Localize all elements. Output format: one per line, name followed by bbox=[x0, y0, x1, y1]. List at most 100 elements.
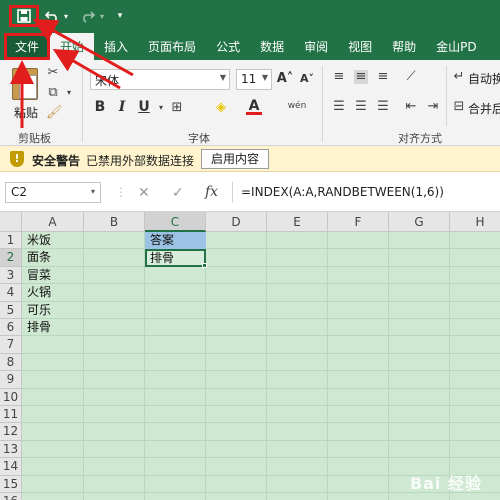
format-painter-icon[interactable]: 🖌 bbox=[46, 106, 63, 120]
select-all-corner[interactable] bbox=[0, 212, 22, 232]
fill-handle[interactable] bbox=[202, 262, 207, 268]
column-header-B[interactable]: B bbox=[84, 212, 145, 232]
row-header-4[interactable]: 4 bbox=[0, 284, 22, 302]
undo-dropdown[interactable]: ▾ bbox=[62, 5, 70, 27]
grid-line bbox=[22, 283, 500, 285]
worksheet-grid[interactable]: ABCDEFGH12345678910111213141516米饭面条冒菜火锅可… bbox=[0, 212, 500, 500]
redo-dropdown[interactable]: ▾ bbox=[98, 5, 106, 27]
wrap-text-icon[interactable]: ↵ bbox=[452, 70, 466, 84]
font-color-button[interactable]: A bbox=[246, 97, 262, 115]
cell-C1[interactable]: 答案 bbox=[145, 232, 206, 250]
align-left-icon[interactable]: ☰ bbox=[332, 100, 346, 114]
align-top-icon[interactable]: ≡ bbox=[332, 70, 346, 84]
grow-font-button[interactable]: A˄ bbox=[276, 69, 294, 89]
tab-data[interactable]: 数据 bbox=[250, 33, 294, 60]
wrap-text-button[interactable]: 自动换 bbox=[468, 70, 500, 87]
row-header-6[interactable]: 6 bbox=[0, 319, 22, 337]
cell-A1[interactable]: 米饭 bbox=[22, 232, 84, 249]
border-icon[interactable]: ⊞ bbox=[170, 101, 184, 115]
merge-center-button[interactable]: 合并后 bbox=[468, 100, 500, 117]
shrink-font-button[interactable]: A˅ bbox=[298, 69, 316, 89]
column-header-H[interactable]: H bbox=[450, 212, 500, 232]
grid-line bbox=[205, 232, 206, 500]
paste-icon[interactable] bbox=[12, 68, 38, 100]
tab-formulas[interactable]: 公式 bbox=[206, 33, 250, 60]
cell-A4[interactable]: 火锅 bbox=[22, 284, 84, 301]
title-bar: ▾ ▾ ▾ bbox=[0, 0, 500, 33]
align-center-icon[interactable]: ☰ bbox=[354, 100, 368, 114]
cell-C2[interactable]: 排骨 bbox=[145, 249, 206, 267]
row-header-14[interactable]: 14 bbox=[0, 458, 22, 476]
align-middle-icon[interactable]: ≡ bbox=[354, 70, 368, 84]
row-header-15[interactable]: 15 bbox=[0, 475, 22, 493]
row-header-7[interactable]: 7 bbox=[0, 336, 22, 354]
column-header-F[interactable]: F bbox=[328, 212, 389, 232]
name-box[interactable]: C2 ▾ bbox=[5, 182, 101, 203]
redo-button[interactable] bbox=[80, 5, 96, 27]
bold-button[interactable]: B bbox=[92, 97, 108, 117]
undo-button[interactable] bbox=[44, 5, 60, 27]
grid-line bbox=[22, 422, 500, 424]
underline-dropdown-icon[interactable]: ▾ bbox=[154, 101, 168, 115]
tab-view[interactable]: 视图 bbox=[338, 33, 382, 60]
font-name-value: 宋体 bbox=[95, 74, 120, 88]
enter-icon[interactable]: ✓ bbox=[172, 185, 184, 201]
orientation-icon[interactable]: ⟋ bbox=[404, 70, 418, 84]
copy-icon[interactable]: ⧉ bbox=[46, 86, 60, 100]
italic-button[interactable]: I bbox=[114, 97, 130, 117]
phonetic-button[interactable]: wén bbox=[286, 99, 308, 113]
row-header-10[interactable]: 10 bbox=[0, 388, 22, 406]
tab-kingsoft-pdf[interactable]: 金山PD bbox=[426, 33, 486, 60]
cell-A5[interactable]: 可乐 bbox=[22, 302, 84, 319]
underline-button[interactable]: U bbox=[136, 97, 152, 117]
column-header-D[interactable]: D bbox=[206, 212, 267, 232]
column-header-G[interactable]: G bbox=[389, 212, 450, 232]
save-icon bbox=[17, 9, 31, 23]
cell-A3[interactable]: 冒菜 bbox=[22, 267, 84, 284]
cut-icon[interactable]: ✂ bbox=[46, 66, 60, 80]
row-header-1[interactable]: 1 bbox=[0, 232, 22, 250]
decrease-indent-icon[interactable]: ⇤ bbox=[404, 100, 418, 114]
tab-insert[interactable]: 插入 bbox=[94, 33, 138, 60]
column-header-A[interactable]: A bbox=[22, 212, 84, 232]
clipboard-group-label: 剪贴板 bbox=[18, 132, 51, 145]
row-header-5[interactable]: 5 bbox=[0, 301, 22, 319]
merge-center-icon[interactable]: ⊟ bbox=[452, 100, 466, 114]
formula-bar: C2 ▾ ⋮ ✕ ✓ fx =INDEX(A:A,RANDBETWEEN(1,6… bbox=[0, 172, 500, 212]
tab-file[interactable]: 文件 bbox=[4, 33, 51, 60]
increase-indent-icon[interactable]: ⇥ bbox=[426, 100, 440, 114]
row-header-9[interactable]: 9 bbox=[0, 371, 22, 389]
customize-qat-button[interactable]: ▾ bbox=[114, 5, 126, 27]
row-header-16[interactable]: 16 bbox=[0, 493, 22, 500]
grid-line bbox=[22, 405, 500, 406]
column-header-C[interactable]: C bbox=[145, 212, 206, 232]
row-header-2[interactable]: 2 bbox=[0, 249, 22, 267]
row-header-13[interactable]: 13 bbox=[0, 440, 22, 459]
insert-function-button[interactable]: fx bbox=[205, 184, 218, 200]
cancel-icon[interactable]: ✕ bbox=[138, 185, 150, 201]
cell-A6[interactable]: 排骨 bbox=[22, 319, 84, 336]
formula-input[interactable]: =INDEX(A:A,RANDBETWEEN(1,6)) bbox=[232, 182, 500, 203]
row-header-3[interactable]: 3 bbox=[0, 266, 22, 285]
font-name-select[interactable]: 宋体 ▼ bbox=[90, 69, 230, 90]
save-button[interactable] bbox=[9, 5, 39, 27]
align-right-icon[interactable]: ☰ bbox=[376, 100, 390, 114]
enable-content-button[interactable]: 启用内容 bbox=[201, 149, 269, 169]
fill-color-icon[interactable]: ◈ bbox=[214, 101, 228, 115]
tab-review[interactable]: 审阅 bbox=[294, 33, 338, 60]
font-size-select[interactable]: 11 ▼ bbox=[236, 69, 272, 90]
row-header-12[interactable]: 12 bbox=[0, 423, 22, 441]
tab-page-layout[interactable]: 页面布局 bbox=[138, 33, 206, 60]
tab-help[interactable]: 帮助 bbox=[382, 33, 426, 60]
grid-line bbox=[22, 387, 500, 389]
row-header-8[interactable]: 8 bbox=[0, 353, 22, 372]
chevron-down-icon: ▼ bbox=[261, 73, 268, 82]
align-bottom-icon[interactable]: ≡ bbox=[376, 70, 390, 84]
tab-home[interactable]: 开始 bbox=[50, 33, 95, 60]
row-header-11[interactable]: 11 bbox=[0, 406, 22, 424]
paste-button-label[interactable]: 粘贴 bbox=[14, 104, 38, 121]
copy-dropdown-icon[interactable]: ▾ bbox=[62, 86, 76, 100]
chevron-down-icon: ▾ bbox=[90, 187, 95, 196]
column-header-E[interactable]: E bbox=[267, 212, 328, 232]
cell-A2[interactable]: 面条 bbox=[22, 249, 84, 266]
